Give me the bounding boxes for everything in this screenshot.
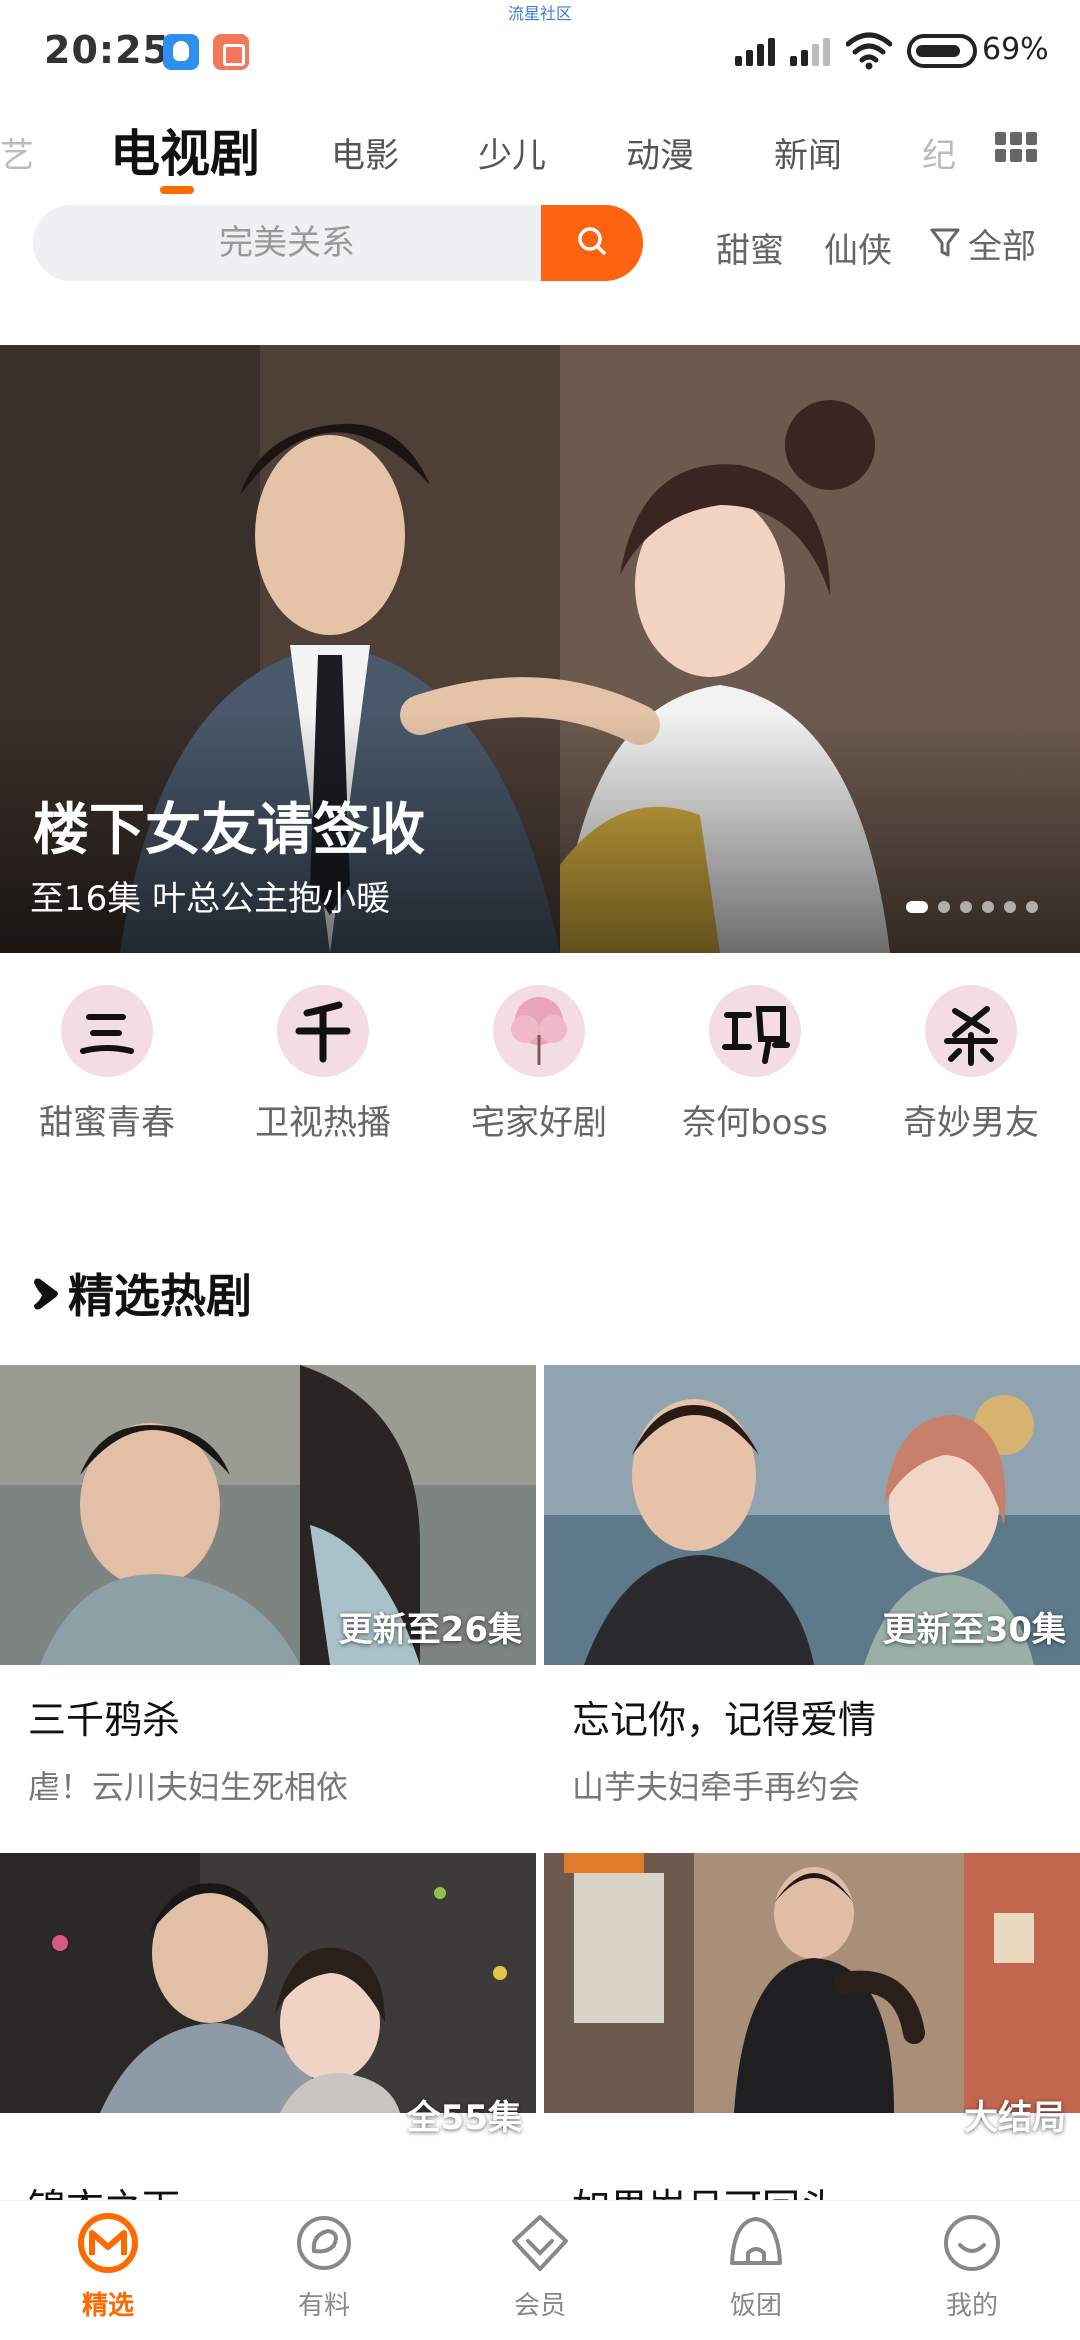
channel-label: 宅家好剧 xyxy=(471,1103,607,1143)
cell-signal-icon xyxy=(735,36,775,66)
channel-sweet-youth[interactable]: 甜蜜青春 xyxy=(7,985,207,1144)
watermark-text: 流星社区 xyxy=(507,4,572,23)
drama-description: 山芋夫妇牵手再约会 xyxy=(572,1768,861,1806)
banner-subtitle: 至16集 叶总公主抱小暖 xyxy=(30,879,391,919)
battery-percent: 69% xyxy=(982,32,1049,67)
search-input[interactable] xyxy=(33,205,541,281)
discover-icon xyxy=(297,2216,351,2270)
pagination-dot xyxy=(960,901,972,913)
quick-tag-sweet[interactable]: 甜蜜 xyxy=(716,223,784,272)
banner-title: 楼下女友请签收 xyxy=(33,798,425,863)
nav-vip[interactable]: 会员 xyxy=(460,2211,620,2322)
drama-card[interactable]: 更新至26集 三千鸦杀 虐！云川夫妇生死相依 xyxy=(0,1365,536,1808)
banner-pagination xyxy=(906,901,1038,913)
nav-discover[interactable]: 有料 xyxy=(244,2211,404,2322)
channel-wonderful-boyfriend[interactable]: 奇妙男友 xyxy=(871,985,1071,1144)
tab-news[interactable]: 新闻 xyxy=(774,128,842,177)
pagination-dot xyxy=(982,901,994,913)
all-channels-grid-icon[interactable] xyxy=(995,132,1037,162)
channel-label: 奈何boss xyxy=(682,1103,828,1143)
calligraphy-sha-icon xyxy=(925,985,1017,1077)
tab-anime[interactable]: 动漫 xyxy=(626,128,694,177)
battery-icon xyxy=(907,34,977,68)
cherry-blossom-tree-icon xyxy=(493,985,585,1077)
cell-signal-2-icon xyxy=(790,36,830,66)
episode-badge: 更新至30集 xyxy=(882,1610,1066,1650)
channel-shortcuts: 甜蜜青春 卫视热播 宅家好剧 奈何boss 奇妙男友 xyxy=(0,985,1080,1155)
tab-tv-series[interactable]: 电视剧 xyxy=(110,114,260,186)
episode-badge: 全55集 xyxy=(406,2098,522,2138)
tab-kids[interactable]: 少儿 xyxy=(478,128,546,177)
channel-label: 卫视热播 xyxy=(255,1103,391,1143)
qq-notification-icon xyxy=(163,34,199,70)
nav-featured[interactable]: 精选 xyxy=(28,2211,188,2322)
search-row: 甜蜜 仙侠 全部 xyxy=(0,205,1080,283)
section-marker-icon xyxy=(34,1278,58,1310)
profile-smile-icon xyxy=(944,2215,1000,2271)
wifi-icon xyxy=(846,32,892,70)
nav-label: 有料 xyxy=(297,2291,350,2321)
section-header: 精选热剧 xyxy=(28,1260,252,1326)
drama-card[interactable]: 大结局 如果岁月可回头 xyxy=(544,1853,1080,2250)
calligraphy-qian-icon xyxy=(277,985,369,1077)
filter-label: 全部 xyxy=(968,226,1036,267)
section-title: 精选热剧 xyxy=(68,1269,252,1323)
search-button[interactable] xyxy=(541,205,643,281)
calligraphy-ya-icon xyxy=(709,985,801,1077)
channel-helpless-boss[interactable]: 奈何boss xyxy=(655,985,855,1144)
drama-title: 忘记你，记得爱情 xyxy=(572,1698,877,1742)
drama-thumbnail: 更新至26集 xyxy=(0,1365,536,1665)
category-tabs: 艺 电视剧 电影 少儿 动漫 新闻 纪 xyxy=(0,110,1080,200)
filter-all-button[interactable]: 全部 xyxy=(930,221,1036,267)
pagination-dot xyxy=(1026,901,1038,913)
status-bar: 流星社区 20:25 69% xyxy=(0,0,1080,96)
drama-description: 虐！云川夫妇生死相依 xyxy=(28,1768,349,1806)
filter-icon xyxy=(930,228,960,257)
nav-profile[interactable]: 我的 xyxy=(892,2211,1052,2322)
nav-label: 我的 xyxy=(945,2291,998,2321)
drama-title: 三千鸦杀 xyxy=(28,1698,181,1742)
search-icon xyxy=(578,227,606,255)
quick-tag-xianxia[interactable]: 仙侠 xyxy=(824,223,892,272)
drama-thumbnail: 大结局 xyxy=(544,1853,1080,2153)
nav-fan-group[interactable]: 饭团 xyxy=(676,2211,836,2322)
channel-home-dramas[interactable]: 宅家好剧 xyxy=(439,985,639,1144)
search-box xyxy=(33,205,643,281)
nav-label: 精选 xyxy=(81,2291,134,2321)
drama-card[interactable]: 全55集 锦衣之下 xyxy=(0,1853,536,2250)
app-notification-icon xyxy=(213,34,249,70)
episode-badge: 更新至26集 xyxy=(338,1610,522,1650)
hero-banner[interactable]: 楼下女友请签收 至16集 叶总公主抱小暖 xyxy=(0,345,1080,953)
bottom-navigation: 精选 有料 会员 饭团 我的 xyxy=(0,2200,1080,2340)
calligraphy-san-icon xyxy=(61,985,153,1077)
channel-label: 甜蜜青春 xyxy=(39,1103,175,1143)
fan-group-icon xyxy=(730,2217,782,2265)
tab-movies[interactable]: 电影 xyxy=(331,128,399,177)
pagination-dot xyxy=(1004,901,1016,913)
nav-label: 饭团 xyxy=(729,2291,782,2321)
drama-card[interactable]: 更新至30集 忘记你，记得爱情 山芋夫妇牵手再约会 xyxy=(544,1365,1080,1808)
pagination-dot xyxy=(938,901,950,913)
vip-diamond-icon xyxy=(512,2215,568,2271)
pagination-dot-active xyxy=(906,901,928,913)
channel-satellite-hits[interactable]: 卫视热播 xyxy=(223,985,423,1144)
drama-thumbnail: 更新至30集 xyxy=(544,1365,1080,1665)
drama-thumbnail: 全55集 xyxy=(0,1853,536,2153)
tab-variety[interactable]: 艺 xyxy=(0,128,34,177)
active-tab-indicator xyxy=(160,186,194,194)
channel-label: 奇妙男友 xyxy=(903,1103,1039,1143)
home-m-icon xyxy=(78,2213,138,2273)
status-time: 20:25 xyxy=(44,28,170,72)
episode-badge: 大结局 xyxy=(964,2098,1066,2138)
nav-label: 会员 xyxy=(513,2291,566,2321)
tab-documentary[interactable]: 纪 xyxy=(922,128,956,177)
